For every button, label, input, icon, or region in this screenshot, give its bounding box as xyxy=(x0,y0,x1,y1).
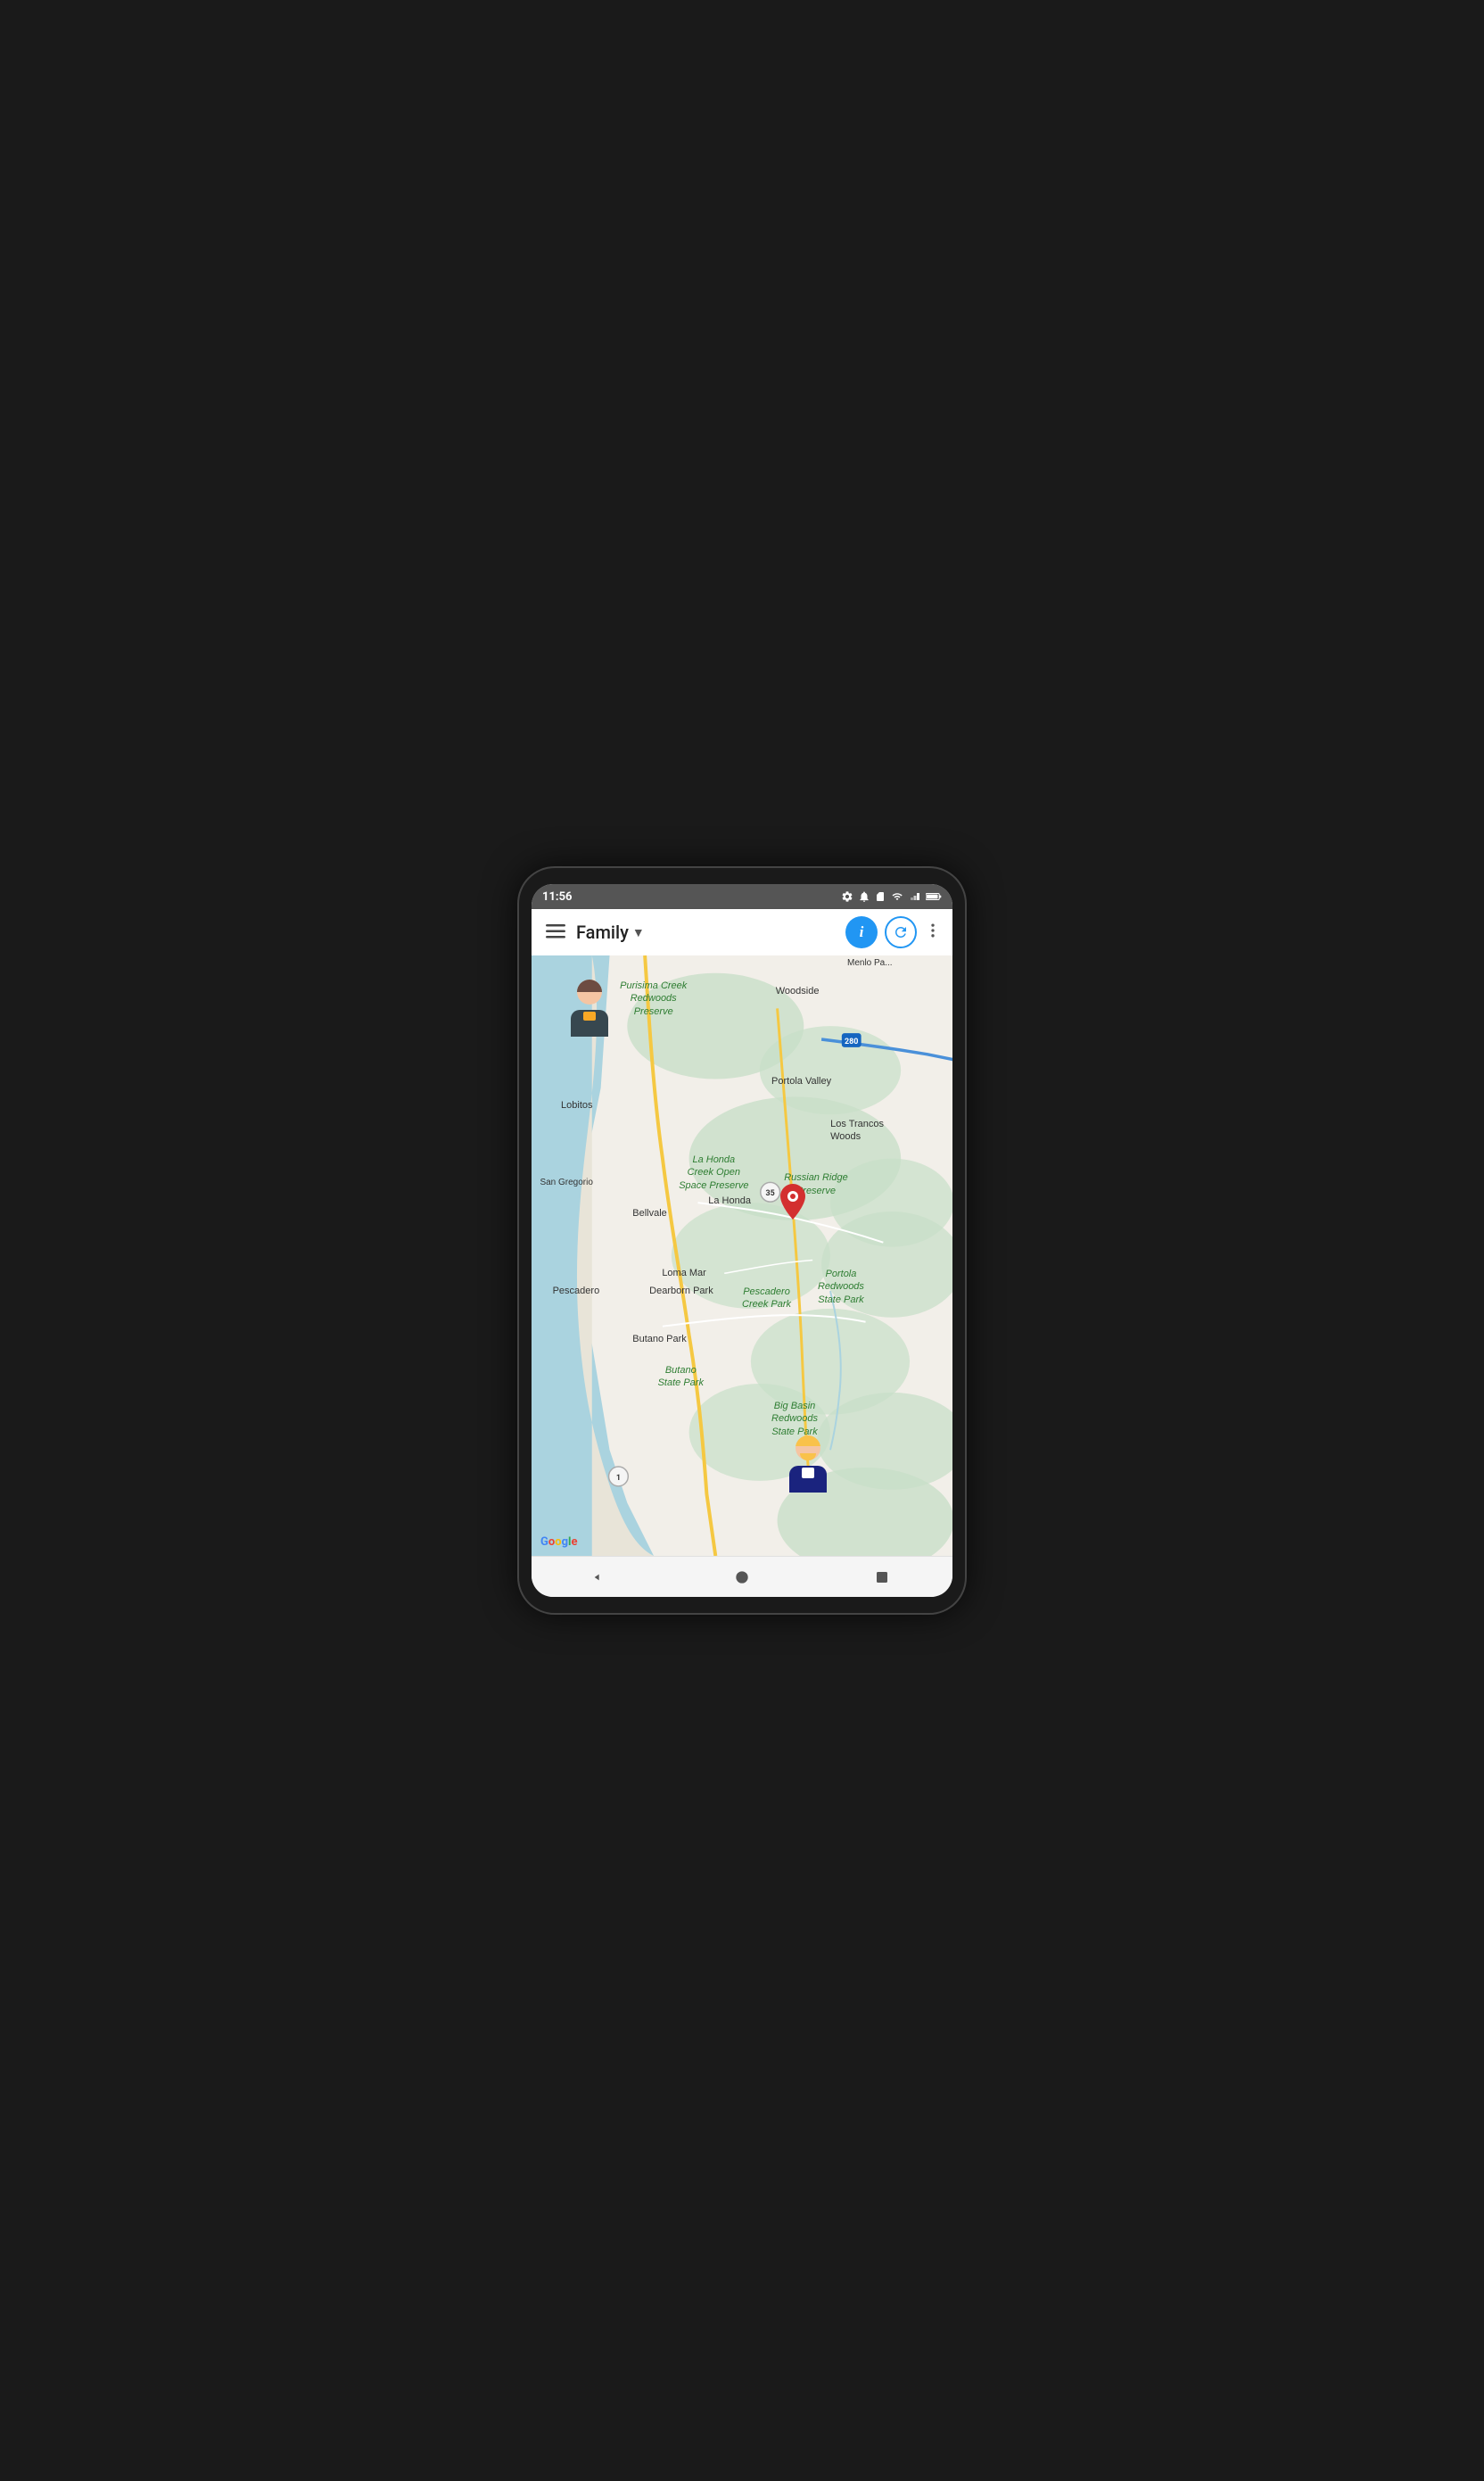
avatar-figure-2 xyxy=(784,1435,832,1493)
screen: 11:56 xyxy=(532,884,952,1597)
battery-icon xyxy=(926,891,942,902)
device-frame: 11:56 xyxy=(519,868,965,1613)
recents-button[interactable] xyxy=(866,1561,898,1593)
pin-icon xyxy=(780,1184,805,1220)
action-icons: i xyxy=(845,916,942,948)
wifi-icon xyxy=(890,891,904,902)
home-button[interactable] xyxy=(726,1561,758,1593)
sim-icon xyxy=(875,890,886,903)
refresh-button[interactable] xyxy=(885,916,917,948)
recents-icon xyxy=(874,1569,890,1585)
nav-bar xyxy=(532,1556,952,1597)
menu-button[interactable] xyxy=(542,918,569,947)
avatar-figure-1 xyxy=(565,980,614,1037)
svg-text:35: 35 xyxy=(766,1189,775,1198)
dropdown-icon: ▼ xyxy=(632,925,645,940)
status-bar: 11:56 xyxy=(532,884,952,909)
app-bar: Family ▼ i xyxy=(532,909,952,955)
info-button[interactable]: i xyxy=(845,916,878,948)
avatar-marker-1[interactable] xyxy=(565,980,614,1037)
location-pin[interactable] xyxy=(780,1184,805,1220)
more-vert-icon xyxy=(924,922,942,939)
google-logo: Google xyxy=(540,1535,577,1549)
title-dropdown[interactable]: Family ▼ xyxy=(576,922,838,943)
back-button[interactable] xyxy=(586,1561,618,1593)
back-icon xyxy=(593,1568,611,1586)
svg-text:280: 280 xyxy=(845,1038,858,1046)
map-container[interactable]: 280 35 1 Purisima CreekRedwoodsPreserve … xyxy=(532,955,952,1556)
refresh-icon xyxy=(893,924,909,940)
signal-icon xyxy=(909,891,921,902)
status-icons xyxy=(841,890,942,903)
more-button[interactable] xyxy=(924,922,942,944)
status-time: 11:56 xyxy=(542,890,573,904)
svg-text:1: 1 xyxy=(616,1474,621,1483)
info-icon: i xyxy=(860,923,864,941)
settings-icon xyxy=(841,890,853,903)
notification-icon xyxy=(858,890,870,903)
map-background: 280 35 1 xyxy=(532,955,952,1556)
home-icon xyxy=(733,1568,751,1586)
app-title: Family xyxy=(576,922,629,943)
avatar-marker-2[interactable] xyxy=(784,1435,832,1493)
